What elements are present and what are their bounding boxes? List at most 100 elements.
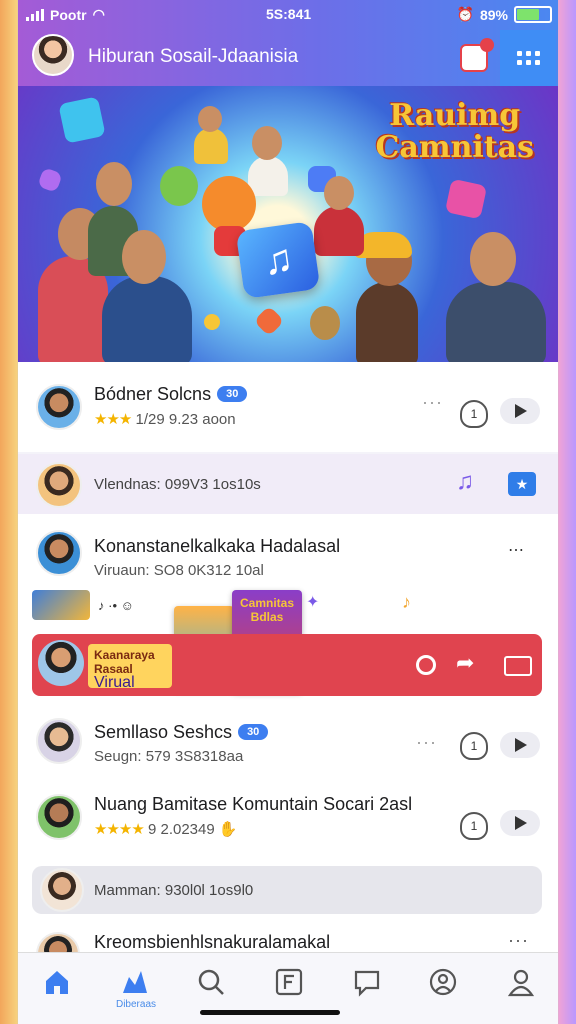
compose-icon xyxy=(275,968,303,996)
count-badge: 30 xyxy=(238,724,269,740)
item-meta: Viruaun: SO8 0K312 10al xyxy=(94,562,264,579)
person-figure xyxy=(446,282,546,362)
promo-label: Kaanaraya Rasaal Virual xyxy=(88,644,172,691)
home-icon xyxy=(46,971,68,994)
more-icon[interactable]: ··· xyxy=(508,930,529,951)
number-icon[interactable]: 1 xyxy=(460,400,488,428)
list-item[interactable]: Mamman: 930l0l 1os9l0 xyxy=(18,862,558,924)
list-item[interactable]: Nuang Bamitase Komuntain Socari 2asl ★★★… xyxy=(18,782,558,862)
promo-label-title: Kaanaraya Rasaal xyxy=(94,648,155,676)
app-icon xyxy=(460,38,494,72)
music-note-icon[interactable]: ♫ xyxy=(456,468,474,496)
person-figure xyxy=(102,276,192,362)
play-icon[interactable] xyxy=(500,810,540,836)
floating-app-icon xyxy=(444,178,488,220)
item-meta: ★★★ 1/29 9.23 aoon xyxy=(94,410,236,428)
explore-tab[interactable] xyxy=(118,965,152,999)
item-meta: ★★★★ 9 2.02349 ✋ xyxy=(94,820,238,838)
post-tab[interactable] xyxy=(272,965,306,999)
item-meta: Vlendnas: 099V3 1os10s xyxy=(94,476,261,493)
item-title: Nuang Bamitase Komuntain Socari 2asl xyxy=(94,794,413,814)
item-meta: Seugn: 579 3S8318aa xyxy=(94,748,244,765)
item-meta: Mamman: 930l0l 1os9l0 xyxy=(94,882,254,899)
cartoon-character xyxy=(202,176,256,232)
explore-tab-label: Diberaas xyxy=(115,999,157,1010)
item-meta-text: 9 2.02349 xyxy=(147,821,215,838)
person-figure xyxy=(248,156,288,196)
wifi-icon: ◠ xyxy=(92,6,105,22)
user-avatar xyxy=(40,868,84,912)
battery-icon xyxy=(514,6,552,23)
item-name: Semllaso Seshcs xyxy=(94,722,233,742)
chat-bubble-icon xyxy=(354,970,380,997)
person-figure xyxy=(194,128,228,164)
cartoon-character xyxy=(160,166,198,206)
carrier-label: Pootr xyxy=(50,6,87,23)
floating-app-icon xyxy=(37,167,63,193)
person-figure xyxy=(314,206,364,256)
explore-icon xyxy=(123,971,147,993)
sparkle-icon: ✦ xyxy=(306,594,320,611)
more-icon[interactable]: ··· xyxy=(422,392,443,413)
thumbnail-image[interactable] xyxy=(32,590,90,620)
banner-headline: Rauimg Camnitas xyxy=(376,100,534,164)
user-avatar xyxy=(36,794,82,840)
user-avatar xyxy=(36,462,82,508)
featured-app-icon: ♫ xyxy=(235,221,321,299)
user-avatar xyxy=(36,718,82,764)
floating-app-icon xyxy=(253,305,285,337)
home-indicator[interactable] xyxy=(200,1010,340,1015)
messages-tab[interactable] xyxy=(350,965,384,999)
user-avatar xyxy=(36,530,82,576)
list-item[interactable]: Kreomsbienhlsnakuralamakal ··· xyxy=(18,924,558,976)
number-icon[interactable]: 1 xyxy=(460,812,488,840)
clock: 5S:841 xyxy=(266,6,312,22)
more-options-icon[interactable] xyxy=(504,656,532,676)
search-tab[interactable] xyxy=(194,965,228,999)
home-tab[interactable] xyxy=(40,965,74,999)
search-icon[interactable] xyxy=(416,655,436,675)
grid-icon xyxy=(516,51,540,65)
signal-icon xyxy=(26,8,44,21)
number-icon[interactable]: 1 xyxy=(460,732,488,760)
user-icon xyxy=(507,969,535,997)
calendar-icon[interactable]: ★ xyxy=(508,472,536,496)
profile-tab[interactable] xyxy=(504,965,538,999)
item-title: Kreomsbienhlsnakuralamakal xyxy=(94,932,331,952)
promo-label-sub: Virual xyxy=(94,674,135,691)
profile-avatar[interactable] xyxy=(32,34,74,76)
person-head xyxy=(96,162,132,206)
battery-label: 89% xyxy=(479,6,508,23)
profile-circle-tab[interactable] xyxy=(426,965,460,999)
grid-menu-button[interactable] xyxy=(500,30,556,86)
status-bar: Pootr ◠ 5S:841 ⏰ 89% xyxy=(18,0,558,30)
alarm-icon: ⏰ xyxy=(456,6,474,22)
music-note-icon: ♪ xyxy=(402,592,411,612)
item-title: Semllaso Seshcs 30 xyxy=(94,722,269,743)
item-meta-text: 1/29 9.23 aoon xyxy=(135,411,236,428)
person-head xyxy=(324,176,354,210)
play-icon[interactable] xyxy=(500,398,540,424)
item-title: Konanstanelkalkaka Hadalasal xyxy=(94,536,341,556)
rating-stars: ★★★★ xyxy=(94,821,145,838)
person-head xyxy=(198,106,222,132)
promo-bar[interactable]: Kaanaraya Rasaal Virual ➦ xyxy=(32,634,542,696)
banner-headline-line2: Camnitas xyxy=(375,130,534,165)
list-item[interactable]: Semllaso Seshcs 30 Seugn: 579 3S8318aa ··… xyxy=(18,706,558,782)
chat-dots-icon[interactable]: ⋯ xyxy=(508,540,524,560)
more-icon[interactable]: ··· xyxy=(416,732,437,753)
person-head xyxy=(470,232,516,286)
person-figure xyxy=(356,282,418,362)
book-title: Camnitas Bdlas xyxy=(239,596,295,624)
decorative-icons: ♪ ·• ☺ xyxy=(98,598,134,613)
play-icon[interactable] xyxy=(500,732,540,758)
app-launcher-button[interactable] xyxy=(446,30,502,86)
floating-app-icon xyxy=(58,96,106,144)
cartoon-character xyxy=(310,306,340,340)
item-title: Bódner Solcns 30 xyxy=(94,384,248,405)
hands-icon: ✋ xyxy=(218,821,238,838)
list-item[interactable]: Bódner Solcns 30 ★★★ 1/29 9.23 aoon ··· 1 xyxy=(18,362,558,452)
list-item[interactable]: Vlendnas: 099V3 1os10s ♫ ★ xyxy=(18,454,558,514)
share-icon[interactable]: ➦ xyxy=(456,650,474,676)
hero-banner[interactable]: ♫ Rauimg Camnitas xyxy=(18,86,558,362)
